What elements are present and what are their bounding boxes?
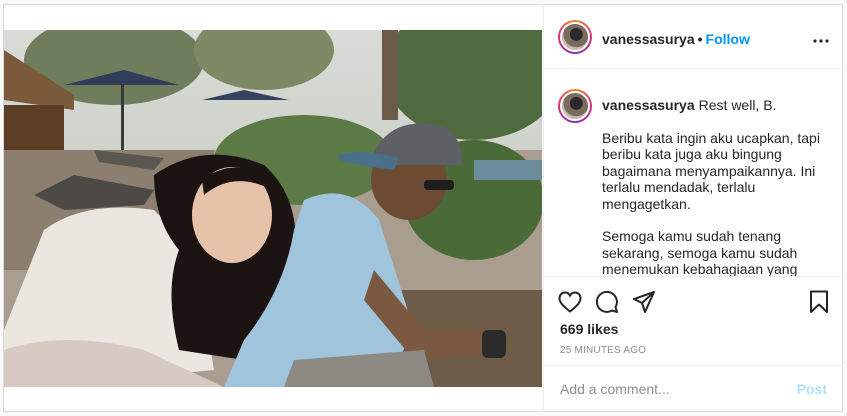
avatar[interactable] [558,20,592,54]
post-photo[interactable] [4,30,542,387]
caption-paragraph-1: Beribu kata ingin aku ucapkan, tapi beri… [602,129,820,212]
separator-dot: • [697,31,703,47]
post-header: vanessasurya • Follow [544,5,843,69]
comment-bubble-icon [595,290,618,313]
post-caption: vanessasurya Rest well, B. Beribu kata in… [602,97,822,276]
like-button[interactable] [558,291,582,313]
caption-first-line: Rest well, B. [698,97,777,113]
post-timestamp[interactable]: 25 MINUTES AGO [560,345,646,356]
add-comment-bar: Post [544,365,843,411]
bookmark-icon [810,290,828,313]
ellipsis-icon [813,39,829,43]
comments-section[interactable]: vanessasurya Rest well, B. Beribu kata in… [544,69,843,276]
share-button[interactable] [632,290,656,314]
avatar-image [560,22,590,52]
post-actions: 669 likes 25 MINUTES AGO Post [544,276,843,411]
comment-button[interactable] [595,290,619,314]
heart-icon [558,291,582,313]
avatar-image [560,91,590,121]
follow-button[interactable]: Follow [706,31,750,47]
save-button[interactable] [809,290,829,314]
paper-plane-icon [633,291,655,313]
instagram-post: vanessasurya • Follow vanessasurya Rest wel… [3,4,843,412]
caption-paragraph-2: Semoga kamu sudah tenang sekarang, semog… [602,228,798,276]
username-link[interactable]: vanessasurya [602,31,695,47]
comment-input[interactable] [560,380,780,398]
more-options-button[interactable] [813,27,829,48]
post-author: vanessasurya • Follow [602,31,750,47]
caption-avatar[interactable] [558,89,592,123]
photo-illustration [4,30,542,387]
post-comment-button[interactable]: Post [797,381,827,397]
caption-username[interactable]: vanessasurya [602,97,695,113]
likes-count[interactable]: 669 likes [560,321,618,337]
post-side-panel: vanessasurya • Follow vanessasurya Rest wel… [543,5,843,411]
